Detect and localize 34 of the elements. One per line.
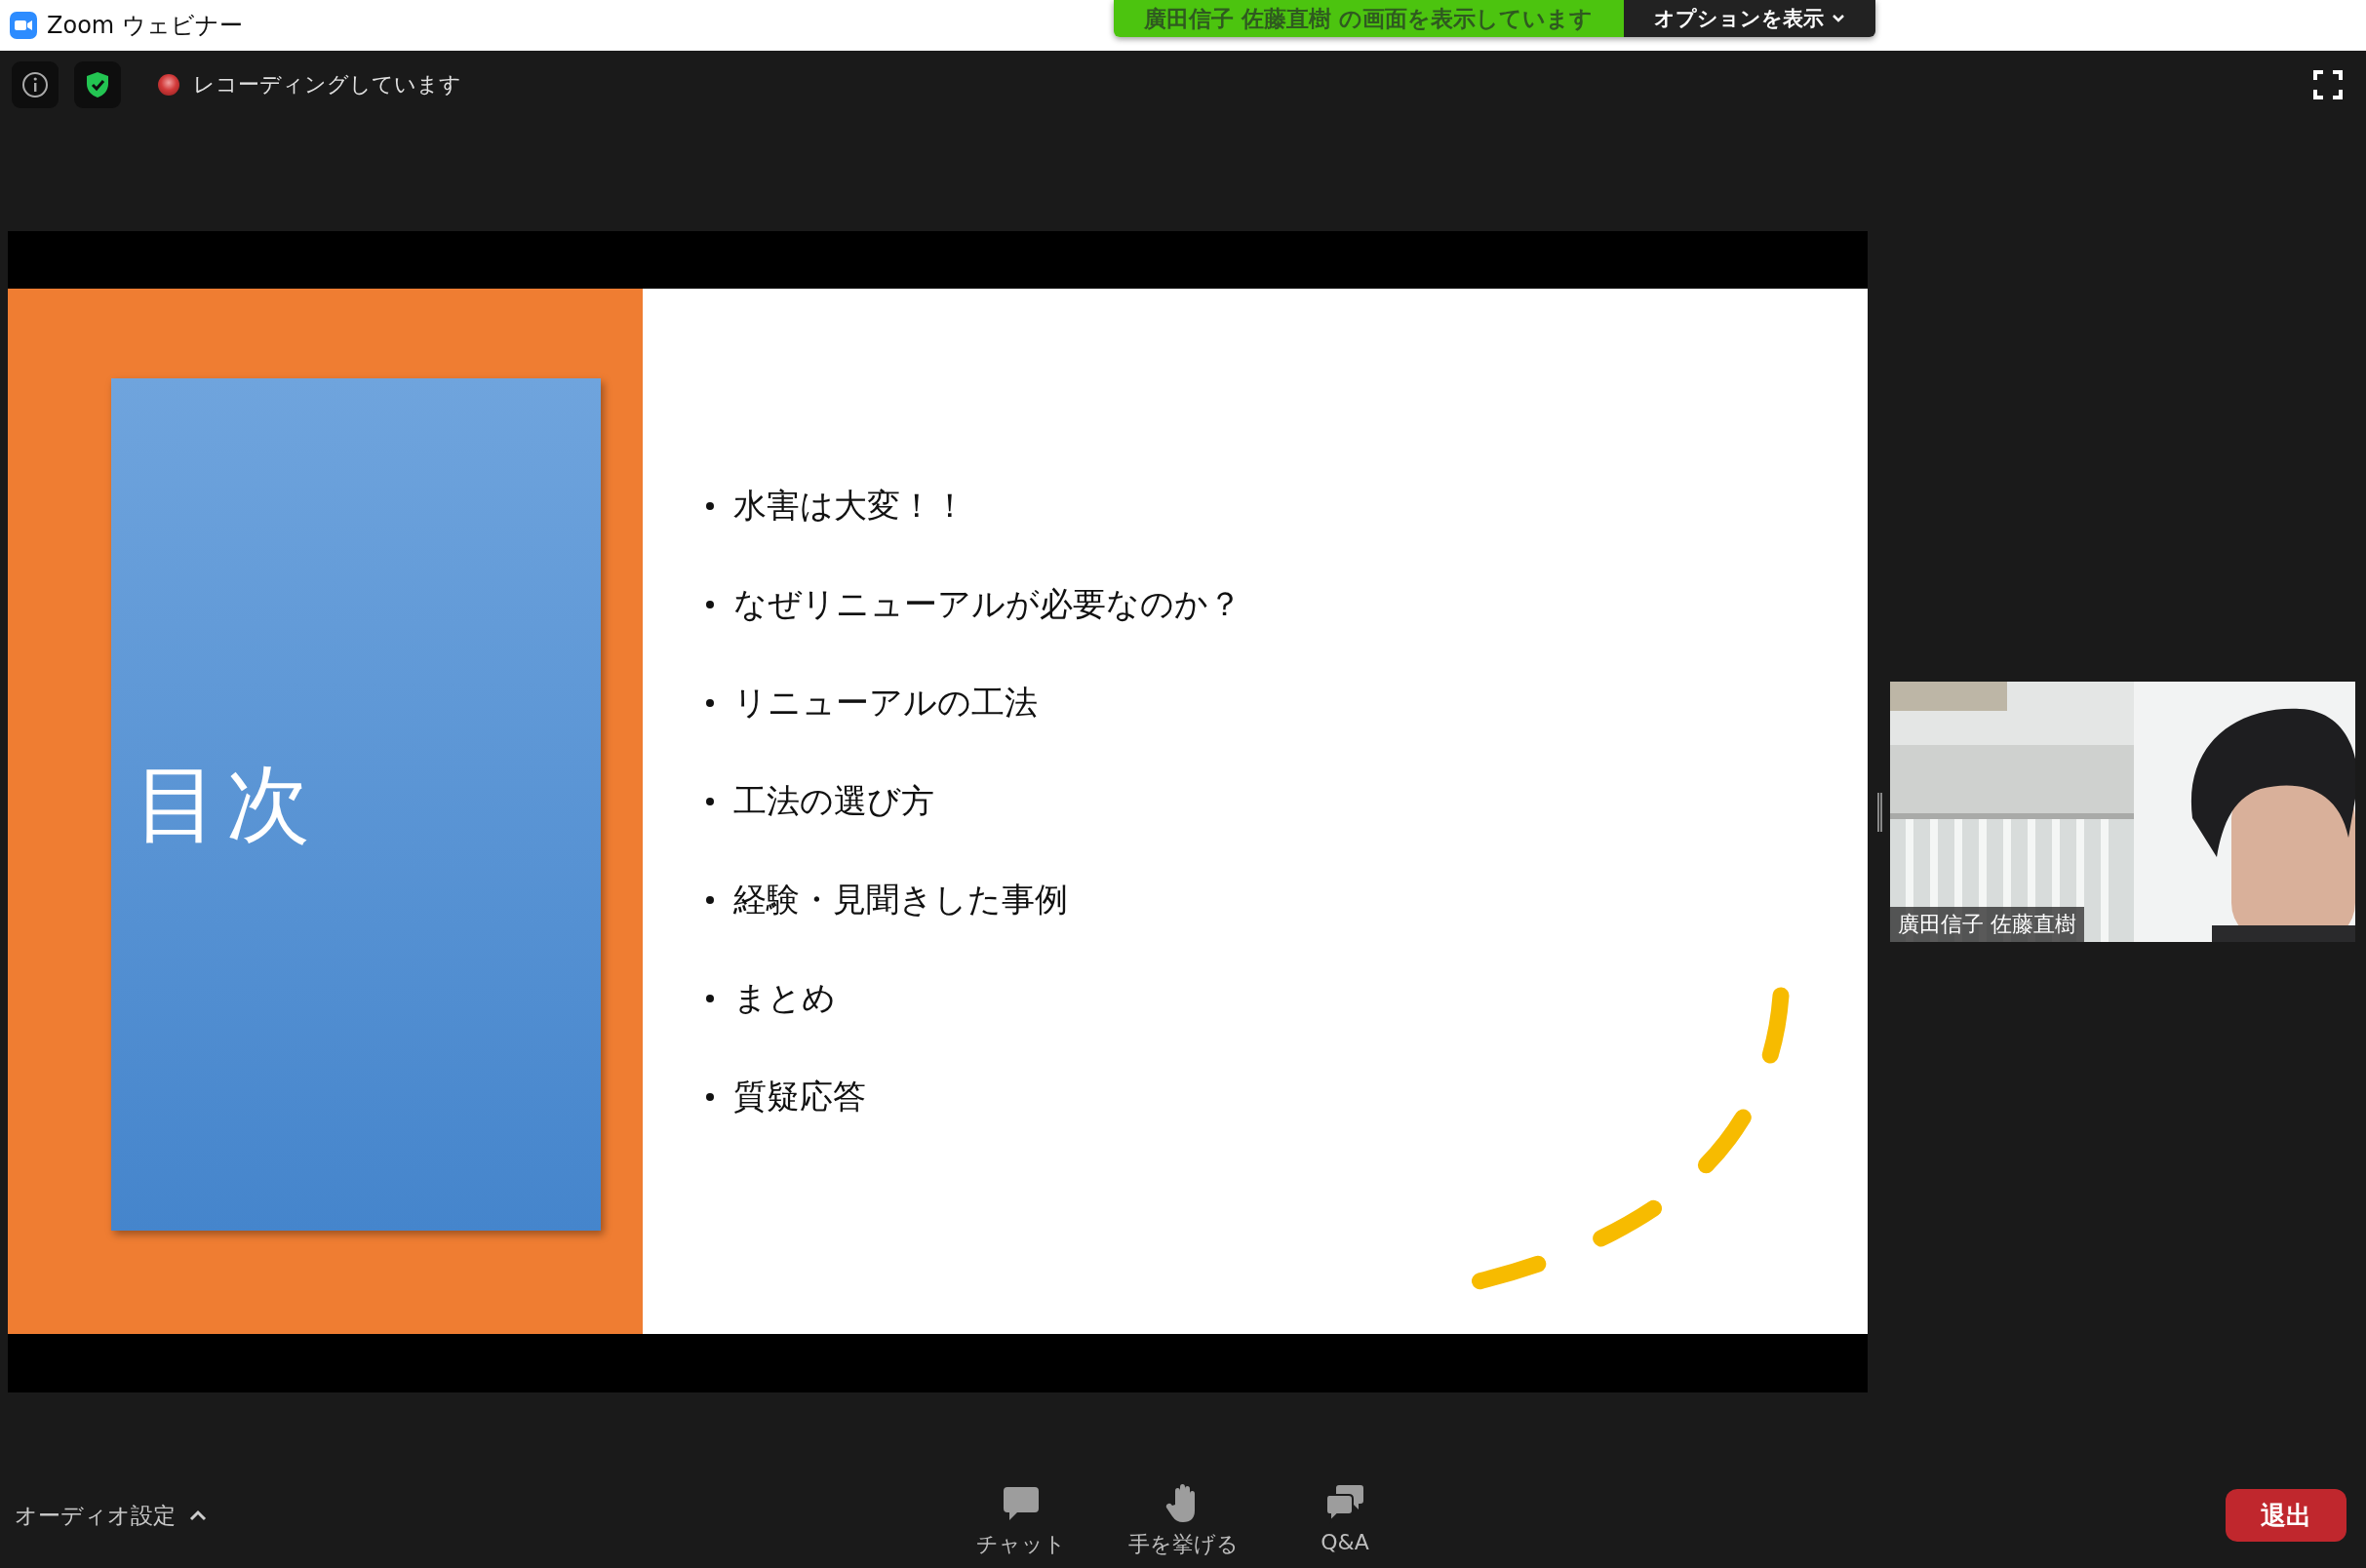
qa-button[interactable]: Q&A — [1282, 1481, 1408, 1559]
hand-button[interactable]: 手を挙げる — [1120, 1481, 1246, 1559]
bullet-icon — [706, 994, 714, 1002]
agenda-item: 経験・見聞きした事例 — [733, 878, 1068, 921]
participant-name: 廣田信子 佐藤直樹 — [1890, 907, 2084, 942]
agenda-item: 工法の選び方 — [733, 779, 934, 822]
bullet-icon — [706, 1092, 714, 1101]
info-button[interactable] — [12, 61, 59, 108]
bullet-icon — [706, 698, 714, 707]
bullet-icon — [706, 895, 714, 904]
view-options-button[interactable]: オプションを表示 — [1624, 0, 1875, 37]
agenda-item: まとめ — [733, 976, 836, 1019]
info-icon — [20, 70, 50, 99]
security-button[interactable] — [74, 61, 121, 108]
agenda-item: 質疑応答 — [733, 1075, 866, 1117]
video-camera-icon — [10, 12, 37, 39]
slide-title: 目次 — [135, 753, 318, 854]
audio-settings-button[interactable]: オーディオ設定 — [0, 1499, 213, 1532]
bullet-icon — [706, 797, 714, 805]
caret-icon — [1832, 14, 1845, 23]
leave-button[interactable]: 退出 — [2226, 1489, 2346, 1542]
agenda-item: リニューアルの工法 — [733, 681, 1038, 724]
chat-button[interactable]: チャット — [958, 1481, 1084, 1559]
window-title: Zoom ウェビナー — [47, 11, 243, 41]
caret-icon — [189, 1509, 207, 1521]
bullet-icon — [706, 501, 714, 510]
recording-label: レコーディングしています — [193, 71, 461, 98]
resize-handle[interactable] — [1877, 792, 1882, 832]
fullscreen-icon[interactable] — [2313, 70, 2343, 99]
bullet-icon — [706, 600, 714, 608]
recording-dot-icon — [158, 74, 179, 96]
screen-share-banner: 廣田信子 佐藤直樹 の画面を表示しています — [1114, 0, 1624, 37]
agenda-item: なぜリニューアルが必要なのか？ — [733, 582, 1242, 625]
agenda-item: 水害は大変！！ — [733, 484, 966, 527]
